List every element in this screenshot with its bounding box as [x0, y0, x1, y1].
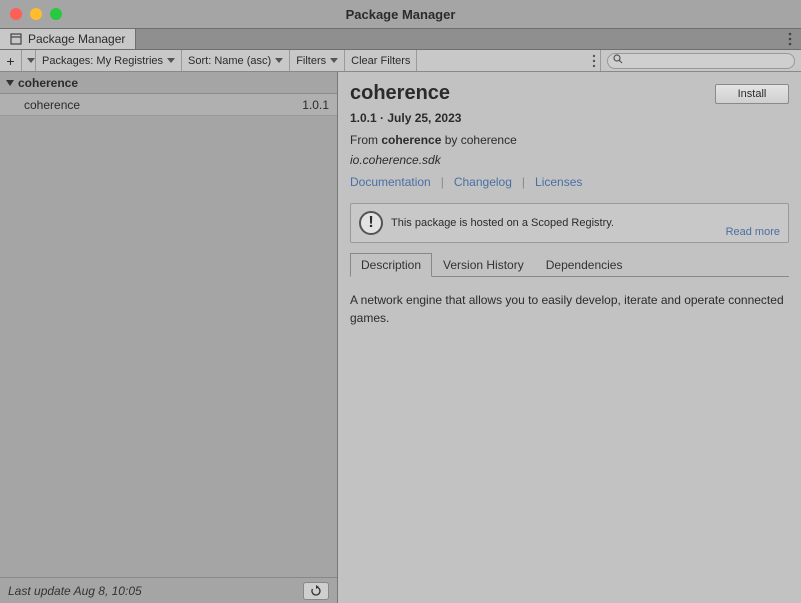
main-split: coherence coherence 1.0.1 Last update Au…	[0, 72, 801, 603]
info-icon: !	[359, 211, 383, 235]
changelog-link[interactable]: Changelog	[454, 175, 512, 189]
from-by: by coherence	[441, 133, 516, 147]
documentation-link[interactable]: Documentation	[350, 175, 431, 189]
sort-dropdown[interactable]: Sort: Name (asc)	[182, 50, 290, 71]
tab-dependencies[interactable]: Dependencies	[535, 253, 634, 277]
read-more-link[interactable]: Read more	[726, 226, 780, 238]
search-icon	[613, 54, 623, 64]
detail-header: coherence Install 1.0.1 · July 25, 2023 …	[338, 72, 801, 195]
refresh-icon	[310, 585, 322, 597]
refresh-button[interactable]	[303, 582, 329, 600]
status-bar: Last update Aug 8, 10:05	[0, 577, 337, 603]
link-separator: |	[522, 175, 525, 189]
package-group-row[interactable]: coherence	[0, 72, 337, 94]
package-id: io.coherence.sdk	[350, 153, 789, 167]
titlebar: Package Manager	[0, 0, 801, 28]
detail-tabs: Description Version History Dependencies	[350, 253, 789, 277]
search-field[interactable]	[601, 50, 801, 71]
scoped-registry-message: This package is hosted on a Scoped Regis…	[391, 217, 780, 229]
clear-filters-button[interactable]: Clear Filters	[345, 50, 417, 71]
from-registry: coherence	[381, 133, 441, 147]
package-version-date: 1.0.1 · July 25, 2023	[350, 111, 789, 125]
package-title: coherence	[350, 82, 450, 105]
toolbar-options-button[interactable]	[592, 54, 596, 68]
window-tab-package-manager[interactable]: Package Manager	[0, 29, 136, 49]
package-row-name: coherence	[24, 98, 80, 112]
package-source: From coherence by coherence	[350, 133, 789, 147]
filters-dropdown[interactable]: Filters	[290, 50, 345, 71]
add-package-dropdown[interactable]	[22, 50, 36, 71]
package-manager-icon	[10, 33, 22, 45]
package-list-empty-area	[0, 116, 337, 577]
window-tab-options-button[interactable]	[779, 29, 801, 49]
package-list-panel: coherence coherence 1.0.1 Last update Au…	[0, 72, 338, 603]
package-links: Documentation | Changelog | Licenses	[350, 175, 789, 189]
disclosure-triangle-icon	[6, 80, 14, 86]
toolbar-spacer	[417, 50, 601, 71]
link-separator: |	[441, 175, 444, 189]
search-input[interactable]	[607, 53, 795, 69]
description-text: A network engine that allows you to easi…	[338, 277, 801, 341]
package-detail-panel: coherence Install 1.0.1 · July 25, 2023 …	[338, 72, 801, 603]
package-row[interactable]: coherence 1.0.1	[0, 94, 337, 116]
licenses-link[interactable]: Licenses	[535, 175, 582, 189]
tab-version-history[interactable]: Version History	[432, 253, 535, 277]
tab-description[interactable]: Description	[350, 253, 432, 277]
tabs-spacer	[136, 29, 779, 49]
window-tabs: Package Manager	[0, 28, 801, 50]
package-group-label: coherence	[18, 76, 78, 90]
window-title: Package Manager	[0, 7, 801, 22]
from-prefix: From	[350, 133, 381, 147]
window-tab-label: Package Manager	[28, 32, 125, 46]
install-button[interactable]: Install	[715, 84, 789, 104]
toolbar: + Packages: My Registries Sort: Name (as…	[0, 50, 801, 72]
packages-scope-dropdown[interactable]: Packages: My Registries	[36, 50, 182, 71]
add-package-button[interactable]: +	[0, 50, 22, 71]
status-text: Last update Aug 8, 10:05	[8, 584, 142, 598]
scoped-registry-notice: ! This package is hosted on a Scoped Reg…	[350, 203, 789, 243]
package-row-version: 1.0.1	[302, 98, 329, 112]
